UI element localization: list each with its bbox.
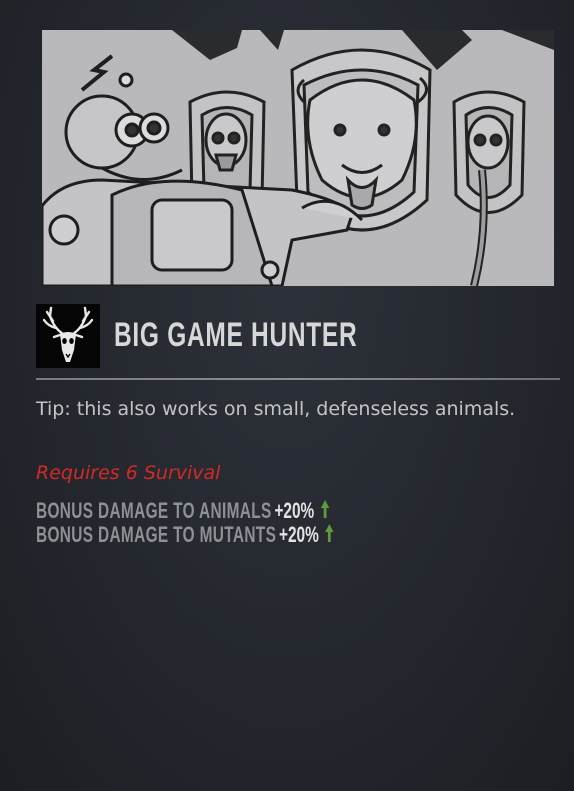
bonus-label: BONUS DAMAGE TO MUTANTS: [36, 522, 277, 547]
bonus-row: BONUS DAMAGE TO ANIMALS +20%: [36, 498, 334, 523]
arrow-up-icon: [324, 523, 334, 549]
bonus-row: BONUS DAMAGE TO MUTANTS +20%: [36, 522, 334, 549]
deer-skull-icon: [36, 304, 100, 368]
bonus-value: +20%: [278, 522, 319, 547]
bonus-label: BONUS DAMAGE TO ANIMALS: [36, 498, 272, 523]
bonus-value: +20%: [274, 498, 315, 523]
perk-title: BIG GAME HUNTER: [114, 316, 358, 354]
header-divider: [36, 378, 560, 380]
perk-illustration: [42, 30, 554, 286]
perk-tip: Tip: this also works on small, defensele…: [36, 398, 516, 420]
perk-requirement: Requires 6 Survival: [36, 462, 221, 484]
perk-header: BIG GAME HUNTER: [36, 304, 562, 370]
bonus-list: BONUS DAMAGE TO ANIMALS +20% BONUS DAMAGE…: [36, 498, 462, 549]
